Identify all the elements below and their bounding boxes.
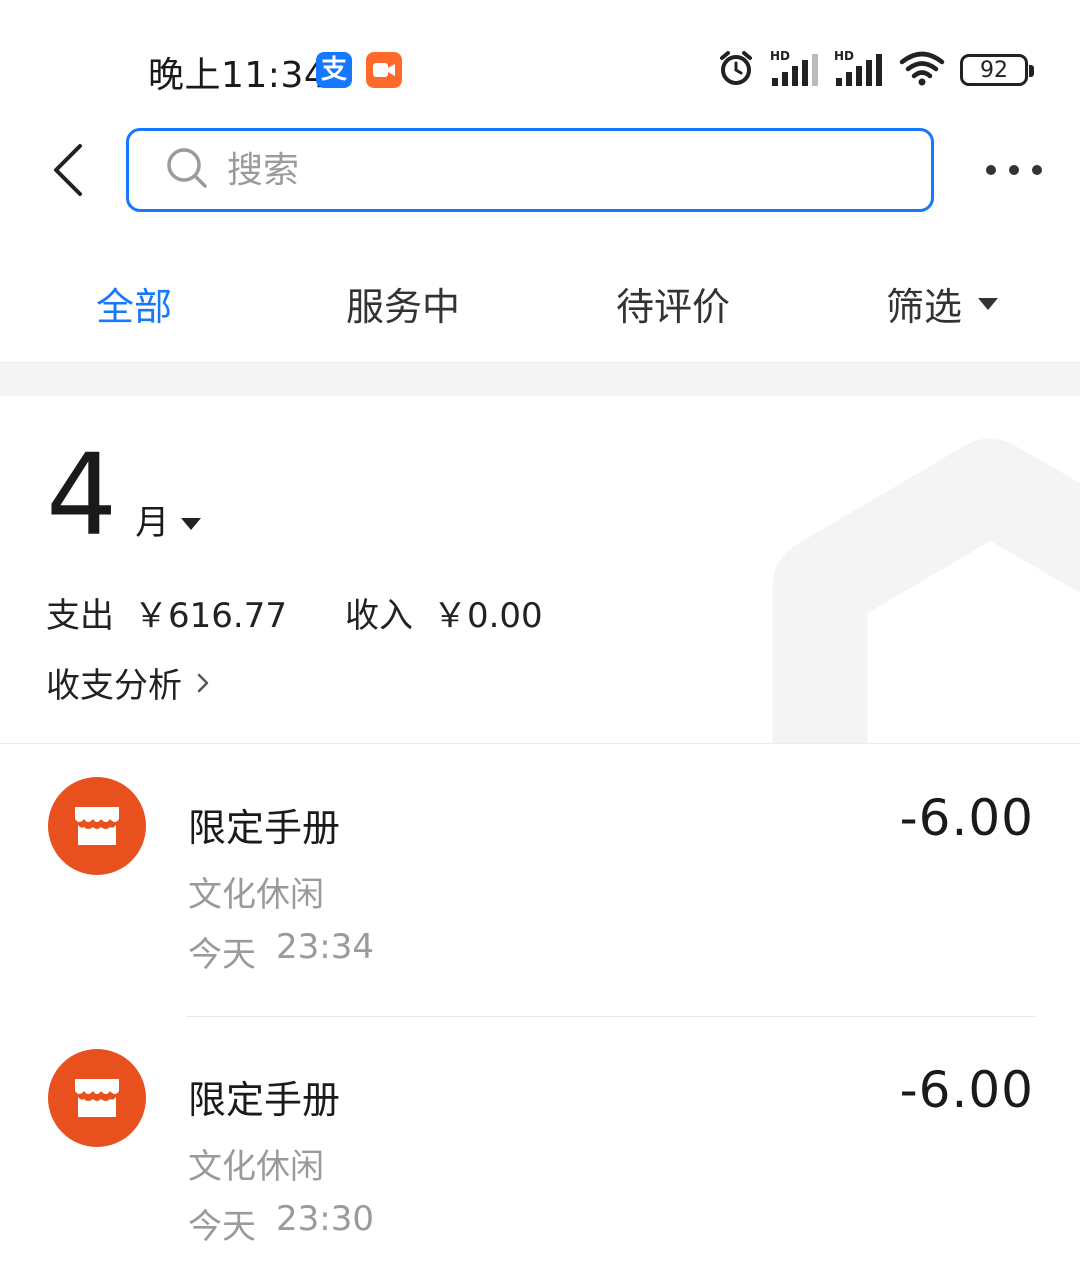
battery-icon: 92 (960, 54, 1034, 86)
expense-label: 支出 (46, 596, 114, 636)
transaction-category: 文化休闲 (188, 875, 324, 915)
transaction-item[interactable]: 限定手册 文化休闲 今天 23:30 -6.00 (0, 1017, 1080, 1281)
transaction-amount: -6.00 (899, 1061, 1034, 1119)
more-dot-icon (1032, 165, 1042, 175)
transaction-amount: -6.00 (899, 789, 1034, 847)
chevron-left-icon (54, 144, 82, 196)
income-expense-analysis-link[interactable]: 收支分析 (46, 658, 210, 707)
svg-text:HD: HD (770, 49, 790, 63)
status-time: 晚上11:34 (148, 55, 328, 96)
month-selector[interactable]: 4 月 (46, 431, 202, 561)
more-options-button[interactable] (986, 150, 1042, 190)
more-dot-icon (1009, 165, 1019, 175)
alarm-icon (716, 48, 756, 92)
alipay-notification-icon: 支 (316, 52, 352, 88)
video-notification-icon (366, 52, 402, 88)
month-unit: 月 (135, 503, 170, 543)
more-dot-icon (986, 165, 996, 175)
expense-amount: ￥616.77 (134, 596, 287, 636)
wifi-icon (898, 48, 946, 92)
battery-level: 92 (980, 57, 1008, 83)
transaction-title: 限定手册 (188, 1078, 341, 1122)
svg-text:HD: HD (834, 49, 854, 63)
shop-icon (48, 1049, 146, 1147)
transaction-clock: 23:30 (276, 1199, 374, 1239)
status-icons: HD HD 92 (716, 48, 1034, 92)
tab-pending-review[interactable]: 待评价 (616, 276, 730, 331)
search-box[interactable] (126, 128, 934, 212)
signal-hd-icon: HD (834, 48, 884, 92)
shop-icon (48, 777, 146, 875)
bill-list-page: 晚上11:34 支 HD HD 92 搜索 全部 服务中 待评价 筛选 4 月 … (0, 0, 1080, 1281)
tab-in-service[interactable]: 服务中 (346, 276, 460, 331)
transaction-day: 今天 (188, 935, 256, 975)
tab-all[interactable]: 全部 (96, 276, 172, 331)
search-icon (165, 146, 209, 194)
status-bar: 晚上11:34 支 HD HD 92 (0, 0, 1080, 120)
transaction-clock: 23:34 (276, 927, 374, 967)
month-number: 4 (46, 431, 118, 561)
section-separator (0, 362, 1080, 396)
signal-hd-icon: HD (770, 48, 820, 92)
transaction-time: 今天 23:34 (188, 927, 374, 976)
chevron-right-icon (197, 673, 209, 692)
tab-filter-label: 筛选 (886, 285, 963, 329)
transaction-time: 今天 23:30 (188, 1199, 374, 1248)
transaction-category: 文化休闲 (188, 1147, 324, 1187)
caret-down-icon (978, 297, 999, 310)
caret-down-icon (181, 518, 202, 530)
transaction-day: 今天 (188, 1207, 256, 1247)
watermark-hexagon-icon (772, 438, 1080, 743)
back-button[interactable] (40, 138, 96, 202)
income-label: 收入 (344, 596, 413, 636)
totals-row: 支出 ￥616.77 收入 ￥0.00 (46, 588, 543, 637)
income-amount: ￥0.00 (432, 596, 543, 636)
filter-tabs: 全部 服务中 待评价 筛选 (0, 248, 1080, 364)
transaction-item[interactable]: 限定手册 文化休闲 今天 23:34 -6.00 (0, 745, 1080, 1017)
month-summary: 4 月 支出 ￥616.77 收入 ￥0.00 收支分析 (0, 396, 1080, 744)
tab-filter[interactable]: 筛选 (886, 276, 999, 331)
analysis-link-label: 收支分析 (46, 666, 182, 706)
transaction-title: 限定手册 (188, 806, 341, 850)
search-input[interactable] (227, 149, 827, 191)
